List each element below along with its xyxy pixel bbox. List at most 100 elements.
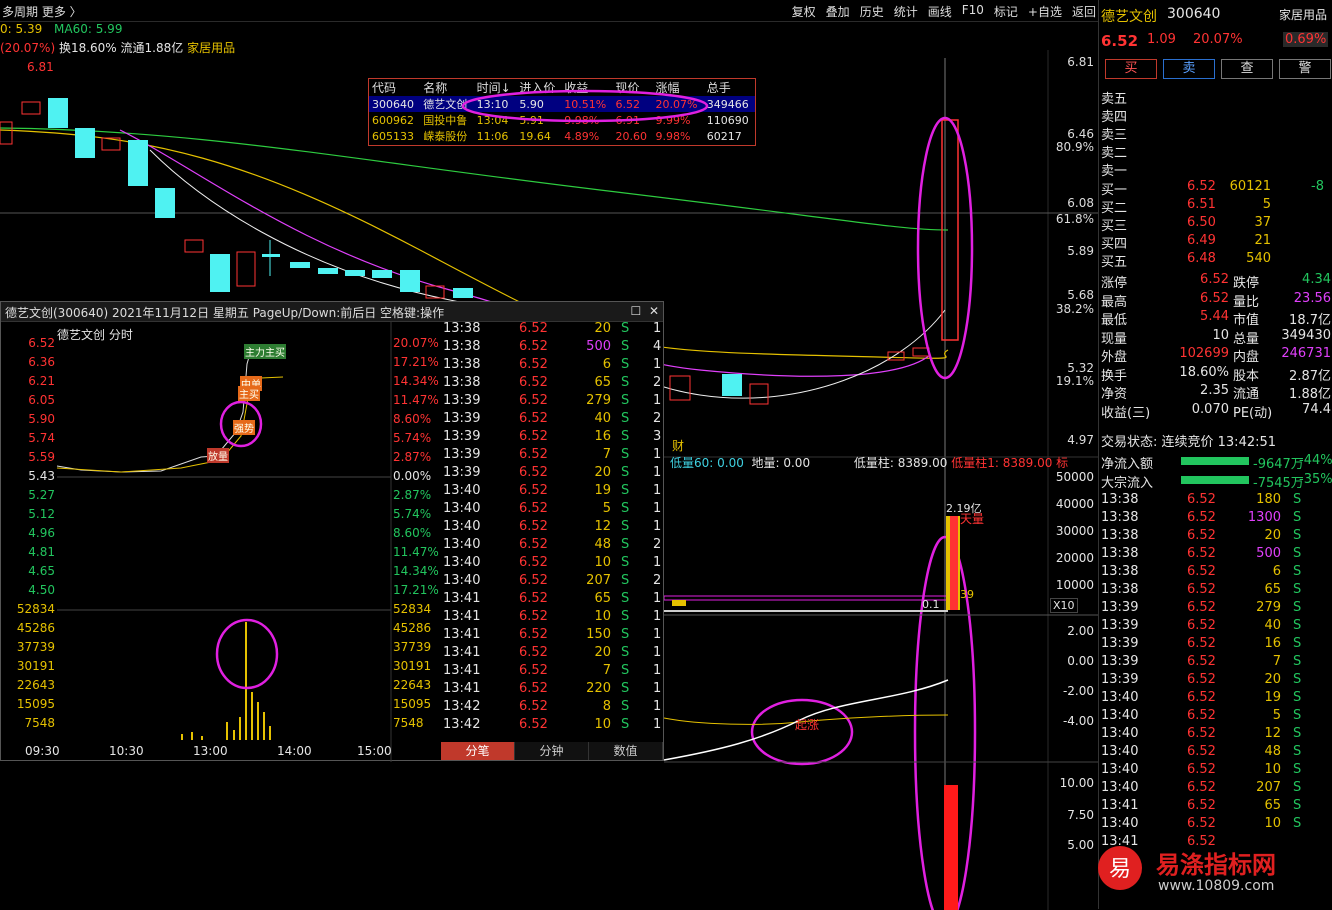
rp-tick-row[interactable]: 13:38 6.52 6 S (1101, 564, 1331, 582)
rp-tick-row[interactable]: 13:38 6.52 500 S (1101, 546, 1331, 564)
trade-cell: 6.52 (519, 627, 548, 642)
trade-row[interactable]: 13:40 6.52 207 S 2 (441, 573, 663, 591)
trade-row[interactable]: 13:38 6.52 65 S 2 (441, 375, 663, 393)
menu-item[interactable]: +自选 (1028, 3, 1062, 20)
popup-col-header[interactable]: 代码 (369, 79, 420, 96)
trade-row[interactable]: 13:41 6.52 220 S 1 (441, 681, 663, 699)
rp-tick-row[interactable]: 13:39 6.52 279 S (1101, 600, 1331, 618)
trade-row[interactable]: 13:40 6.52 48 S 2 (441, 537, 663, 555)
rp-tick-row[interactable]: 13:39 6.52 20 S (1101, 672, 1331, 690)
trade-cell: 13:40 (443, 483, 481, 498)
ma-prev: 0: 5.39 (0, 22, 43, 36)
stat-label2: 总量 (1233, 331, 1260, 347)
trade-row[interactable]: 13:41 6.52 20 S 1 (441, 645, 663, 663)
stat-label2: 跌停 (1233, 276, 1260, 291)
rp-tick-row[interactable]: 13:38 6.52 1300 S (1101, 510, 1331, 528)
industry-pct: 0.69% (1283, 32, 1329, 47)
btn-1[interactable]: 卖 (1163, 59, 1215, 79)
trade-cell: S (621, 447, 630, 462)
intraday-vol-label-right: 15095 (393, 697, 432, 711)
trade-row[interactable]: 13:39 6.52 7 S 1 (441, 447, 663, 465)
trade-row[interactable]: 13:39 6.52 279 S 1 (441, 393, 663, 411)
menu-item[interactable]: F10 (962, 3, 984, 20)
rp-tick-row[interactable]: 13:40 6.52 19 S (1101, 690, 1331, 708)
flow-pct: -44% (1299, 453, 1332, 468)
trade-row[interactable]: 13:41 6.52 65 S 1 (441, 591, 663, 609)
trade-cell: 279 (586, 393, 611, 408)
menu-item[interactable]: 统计 (894, 3, 918, 20)
trade-row[interactable]: 13:41 6.52 7 S 1 (441, 663, 663, 681)
rp-tick-row[interactable]: 13:40 6.52 12 S (1101, 726, 1331, 744)
trade-row[interactable]: 13:40 6.52 10 S 1 (441, 555, 663, 573)
menu-item[interactable]: 复权 (792, 3, 816, 20)
bid-row: 买五 6.48 540 (1101, 251, 1331, 270)
tab-0[interactable]: 分笔 (441, 742, 515, 760)
tick-trade-list[interactable]: 13:38 6.52 20 S 1 13:38 6.52 500 S 4 13:38 6.52 6 S 1 1… (441, 321, 663, 741)
rp-tick-row[interactable]: 13:39 6.52 40 S (1101, 618, 1331, 636)
rp-tick-row[interactable]: 13:38 6.52 20 S (1101, 528, 1331, 546)
rp-tick-row[interactable]: 13:40 6.52 10 S (1101, 762, 1331, 780)
trade-row[interactable]: 13:40 6.52 19 S 1 (441, 483, 663, 501)
rp-tick-row[interactable]: 13:40 6.52 5 S (1101, 708, 1331, 726)
price-change: 1.09 (1147, 32, 1176, 47)
close-icon[interactable]: ✕ (649, 304, 659, 318)
trade-cell: 13:40 (443, 573, 481, 588)
trade-row[interactable]: 13:41 6.52 150 S 1 (441, 627, 663, 645)
bid-vol: 540 (1246, 251, 1271, 266)
popup-row[interactable]: 605133 嵘泰股份 11:06 19.64 4.89% 20.60 9.98% 60217 (369, 128, 755, 144)
bid-label: 买一 (1101, 183, 1128, 198)
tab-2[interactable]: 数值 (589, 742, 663, 760)
menu-item[interactable]: 标记 (994, 3, 1018, 20)
intraday-pct-label: 20.07% (393, 336, 439, 350)
btn-0[interactable]: 买 (1105, 59, 1157, 79)
stat-label: 净资 (1101, 387, 1128, 402)
trade-row[interactable]: 13:39 6.52 16 S 3 (441, 429, 663, 447)
trade-row[interactable]: 13:38 6.52 20 S 1 (441, 321, 663, 339)
restore-icon[interactable]: ☐ (631, 304, 642, 318)
trade-cell: 1 (653, 483, 662, 498)
vol-axis-label: 50000 (1055, 470, 1094, 484)
intraday-title-bar[interactable]: 德艺文创(300640) 2021年11月12日 星期五 PageUp/Down… (1, 302, 663, 322)
intraday-vol-label: 30191 (16, 659, 55, 673)
trade-row[interactable]: 13:40 6.52 5 S 1 (441, 501, 663, 519)
trade-row[interactable]: 13:42 6.52 10 S 1 (441, 717, 663, 735)
rp-tick-row[interactable]: 13:39 6.52 16 S (1101, 636, 1331, 654)
period-label[interactable]: 多周期 更多 〉 (2, 3, 82, 20)
btn-2[interactable]: 查 (1221, 59, 1273, 79)
trade-cell: 6.52 (519, 465, 548, 480)
trade-row[interactable]: 13:39 6.52 20 S 1 (441, 465, 663, 483)
rp-tick-row[interactable]: 13:40 6.52 207 S (1101, 780, 1331, 798)
rp-tick-row[interactable]: 13:39 6.52 7 S (1101, 654, 1331, 672)
rp-tick-price: 6.52 (1187, 600, 1216, 615)
menu-item[interactable]: 历史 (860, 3, 884, 20)
trade-row[interactable]: 13:38 6.52 6 S 1 (441, 357, 663, 375)
tab-1[interactable]: 分钟 (515, 742, 589, 760)
rp-tick-price: 6.52 (1187, 528, 1216, 543)
btn-3[interactable]: 警 (1279, 59, 1331, 79)
rp-tick-row[interactable]: 13:38 6.52 180 S (1101, 492, 1331, 510)
trade-row[interactable]: 13:39 6.52 40 S 2 (441, 411, 663, 429)
flow-row: 净流入额 -9647万 -44% (1101, 453, 1332, 472)
trade-row[interactable]: 13:41 6.52 10 S 1 (441, 609, 663, 627)
intraday-time-label: 13:00 (193, 744, 228, 758)
rp-tick-row[interactable]: 13:40 6.52 48 S (1101, 744, 1331, 762)
x10-button[interactable]: X10 (1050, 598, 1078, 613)
rp-tick-row[interactable]: 13:38 6.52 65 S (1101, 582, 1331, 600)
intraday-pct-label: 5.74% (393, 431, 432, 445)
intraday-chart[interactable] (1, 322, 441, 762)
price-axis-label: 5.68 (1067, 288, 1094, 302)
menu-item[interactable]: 叠加 (826, 3, 850, 20)
trade-row[interactable]: 13:40 6.52 12 S 1 (441, 519, 663, 537)
industry-label[interactable]: 家居用品 (1279, 6, 1327, 23)
menu-item[interactable]: 画线 (928, 3, 952, 20)
trade-cell: 5 (602, 501, 611, 516)
trade-row[interactable]: 13:38 6.52 500 S 4 (441, 339, 663, 357)
menu-item[interactable]: 返回 (1072, 3, 1096, 20)
popup-col-header[interactable]: 总手 (704, 79, 755, 96)
rp-tick-row[interactable]: 13:40 6.52 10 S (1101, 816, 1331, 834)
trade-cell: 13:39 (443, 465, 481, 480)
rp-tick-row[interactable]: 13:41 6.52 65 S (1101, 798, 1331, 816)
intraday-pct-label: 14.34% (393, 374, 439, 388)
trade-row[interactable]: 13:42 6.52 8 S 1 (441, 699, 663, 717)
intraday-title: 德艺文创(300640) 2021年11月12日 星期五 PageUp/Down… (5, 306, 445, 320)
